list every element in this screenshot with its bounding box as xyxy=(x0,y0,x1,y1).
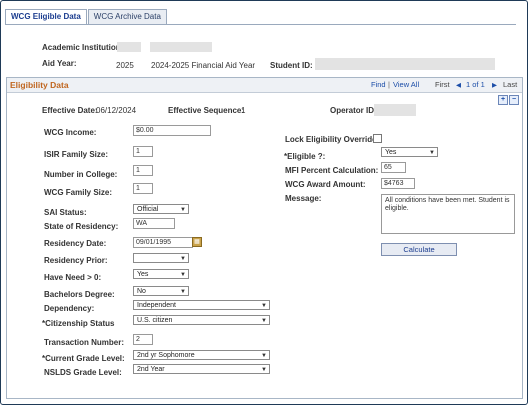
add-row-icon[interactable]: + xyxy=(498,95,508,105)
wcg-award-amount-label: WCG Award Amount: xyxy=(285,180,366,189)
have-need-select[interactable]: Yes ▼ xyxy=(133,269,189,279)
chevron-down-icon: ▼ xyxy=(261,367,267,373)
institution-label: Academic Institution: xyxy=(42,43,124,52)
aid-year-description: 2024-2025 Financial Aid Year xyxy=(151,61,256,70)
dependency-label: Dependency: xyxy=(44,304,95,313)
eligible-value: Yes xyxy=(385,149,397,156)
residency-date-label: Residency Date: xyxy=(44,239,107,248)
view-all-link[interactable]: View All xyxy=(393,80,419,89)
sai-status-label: SAI Status: xyxy=(44,208,87,217)
calendar-icon[interactable]: ▦ xyxy=(192,237,202,247)
next-icon[interactable]: ▶ xyxy=(492,81,497,89)
dependency-value: Independent xyxy=(137,302,176,309)
panel-header: Eligibility Data Find | View All First ◀… xyxy=(7,78,522,93)
dependency-select[interactable]: Independent ▼ xyxy=(133,300,270,310)
operator-id-redacted xyxy=(374,104,416,116)
tab-wcg-eligible-data[interactable]: WCG Eligible Data xyxy=(5,9,87,24)
student-id-label: Student ID: xyxy=(270,61,313,70)
message-label: Message: xyxy=(285,194,322,203)
transaction-number-label: Transaction Number: xyxy=(44,338,125,347)
institution-code-redacted xyxy=(117,42,141,52)
wcg-income-input[interactable] xyxy=(133,125,211,136)
residency-prior-label: Residency Prior: xyxy=(44,256,108,265)
delete-row-icon[interactable]: − xyxy=(509,95,519,105)
mfi-percent-calculation-label: MFI Percent Calculation: xyxy=(285,166,379,175)
mfi-percent-calculation-input[interactable] xyxy=(381,162,406,173)
lock-eligibility-override-checkbox[interactable] xyxy=(373,134,382,143)
chevron-down-icon: ▼ xyxy=(429,150,435,156)
effective-sequence-value: 1 xyxy=(241,106,246,115)
isir-family-size-input[interactable] xyxy=(133,146,153,157)
chevron-down-icon: ▼ xyxy=(261,353,267,359)
wcg-income-label: WCG Income: xyxy=(44,128,97,137)
residency-date-input[interactable] xyxy=(133,237,193,248)
tab-bar: WCG Eligible Data WCG Archive Data xyxy=(5,9,168,24)
chevron-down-icon: ▼ xyxy=(261,318,267,324)
wcg-family-size-label: WCG Family Size: xyxy=(44,188,113,197)
lock-eligibility-override-label: Lock Eligibility Override: xyxy=(285,135,380,144)
chevron-down-icon: ▼ xyxy=(261,303,267,309)
first-label: First xyxy=(435,80,450,89)
state-of-residency-input[interactable] xyxy=(133,218,175,229)
find-link[interactable]: Find xyxy=(371,80,386,89)
citizenship-status-label: *Citizenship Status xyxy=(42,319,115,328)
residency-prior-select[interactable]: ▼ xyxy=(133,253,189,263)
citizenship-status-select[interactable]: U.S. citizen ▼ xyxy=(133,315,270,325)
eligible-select[interactable]: Yes ▼ xyxy=(381,147,438,157)
sai-status-select[interactable]: Official ▼ xyxy=(133,204,189,214)
have-need-value: Yes xyxy=(137,271,149,278)
have-need-label: Have Need > 0: xyxy=(44,273,102,282)
tab-divider xyxy=(5,24,516,25)
current-grade-level-select[interactable]: 2nd yr Sophomore ▼ xyxy=(133,350,270,360)
transaction-number-input[interactable] xyxy=(133,334,153,345)
student-id-redacted xyxy=(315,58,495,70)
effective-sequence-label: Effective Sequence: xyxy=(168,106,245,115)
isir-family-size-label: ISIR Family Size: xyxy=(44,150,109,159)
bachelors-degree-label: Bachelors Degree: xyxy=(44,290,115,299)
aid-year-value: 2025 xyxy=(116,61,134,70)
chevron-down-icon: ▼ xyxy=(180,272,186,278)
citizenship-status-value: U.S. citizen xyxy=(137,317,173,324)
chevron-down-icon: ▼ xyxy=(180,256,186,262)
chevron-down-icon: ▼ xyxy=(180,207,186,213)
number-in-college-label: Number in College: xyxy=(44,170,118,179)
aid-year-label: Aid Year: xyxy=(42,59,77,68)
nav-separator: | xyxy=(388,80,390,89)
institution-name-redacted xyxy=(150,42,212,52)
nslds-grade-level-select[interactable]: 2nd Year ▼ xyxy=(133,364,270,374)
sai-status-value: Official xyxy=(137,206,159,213)
state-of-residency-label: State of Residency: xyxy=(44,222,119,231)
current-grade-level-label: *Current Grade Level: xyxy=(42,354,125,363)
nslds-grade-level-label: NSLDS Grade Level: xyxy=(44,368,122,377)
calculate-button[interactable]: Calculate xyxy=(381,243,457,256)
effective-date-label: Effective Date: xyxy=(42,106,98,115)
operator-id-label: Operator ID: xyxy=(330,106,377,115)
panel-title: Eligibility Data xyxy=(10,80,69,90)
nslds-grade-level-value: 2nd Year xyxy=(137,366,165,373)
last-label: Last xyxy=(503,80,518,89)
wcg-award-amount-input[interactable] xyxy=(381,178,415,189)
tab-wcg-archive-data[interactable]: WCG Archive Data xyxy=(87,9,167,24)
bachelors-degree-select[interactable]: No ▼ xyxy=(133,286,189,296)
eligible-label: *Eligible ?: xyxy=(284,152,326,161)
bachelors-degree-value: No xyxy=(137,288,146,295)
current-grade-level-value: 2nd yr Sophomore xyxy=(137,352,195,359)
effective-date-value: 06/12/2024 xyxy=(96,106,137,115)
previous-icon[interactable]: ◀ xyxy=(456,81,461,89)
row-range: 1 of 1 xyxy=(466,80,485,89)
number-in-college-input[interactable] xyxy=(133,165,153,176)
wcg-family-size-input[interactable] xyxy=(133,183,153,194)
message-textarea[interactable]: All conditions have been met. Student is… xyxy=(381,194,515,234)
chevron-down-icon: ▼ xyxy=(180,289,186,295)
